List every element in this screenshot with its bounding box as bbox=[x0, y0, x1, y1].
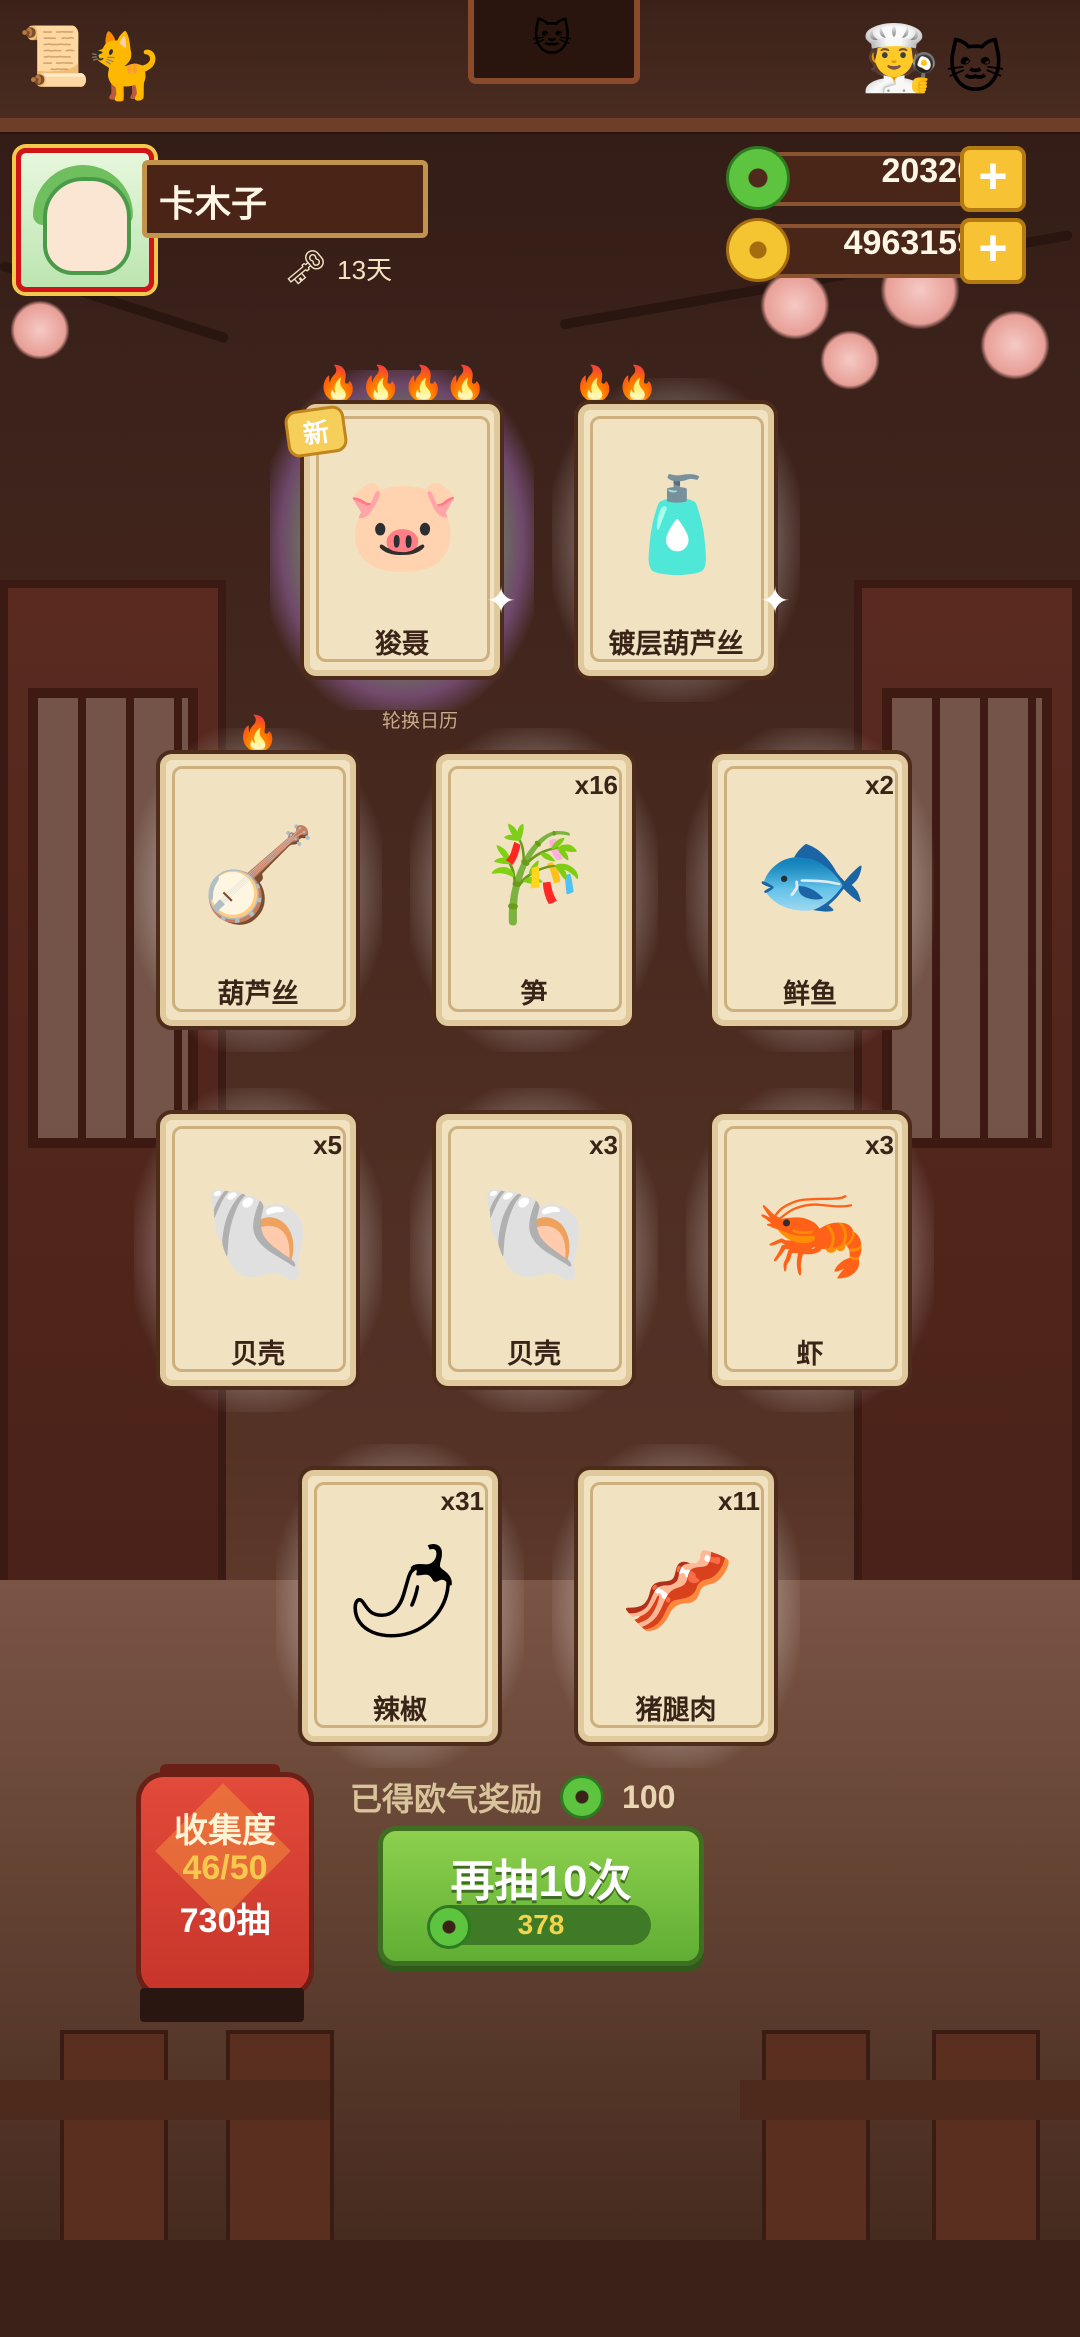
player-name: 卡木子 bbox=[159, 183, 268, 224]
collection-progress: 46/50 bbox=[182, 1849, 268, 1887]
fish-icon: 🐟 bbox=[754, 824, 869, 926]
reward-card[interactable]: x11 🥓 猪腿肉 bbox=[552, 1444, 800, 1768]
luck-reward-value: 100 bbox=[622, 1778, 676, 1815]
card-name: 狻聂 bbox=[375, 629, 429, 659]
pink-creature-icon: 🐷 bbox=[346, 474, 461, 576]
draw-button-label: 再抽10次 bbox=[450, 1857, 632, 1906]
luck-reward-label: 已得欧气奖励 bbox=[350, 1781, 543, 1817]
flame-rating: 🔥🔥 bbox=[573, 365, 659, 403]
pork-icon: 🥓 bbox=[620, 1540, 735, 1642]
add-jade-button[interactable]: + bbox=[960, 146, 1026, 212]
reward-card[interactable]: x3 🐚 贝壳 bbox=[410, 1088, 658, 1412]
floor-edge bbox=[0, 2240, 1080, 2337]
card-name: 笋 bbox=[520, 979, 548, 1009]
flame-rating: 🔥 bbox=[236, 715, 280, 753]
login-days: 🗝 13天 bbox=[284, 248, 392, 288]
shrimp-icon: 🦐 bbox=[754, 1184, 869, 1286]
featured-card-2[interactable]: 🔥🔥 🧴 ✦ 镀层葫芦丝 bbox=[552, 365, 800, 702]
card-count: x31 bbox=[440, 1486, 484, 1516]
player-avatar[interactable] bbox=[16, 148, 154, 292]
card-count: x2 bbox=[865, 770, 894, 800]
card-name: 贝壳 bbox=[231, 1339, 285, 1369]
player-name-box[interactable]: 卡木子 bbox=[142, 160, 428, 238]
shelf bbox=[0, 118, 1080, 132]
rail-bar bbox=[0, 2080, 330, 2120]
white-cat-decor-icon: 🐱 bbox=[946, 36, 1005, 99]
card-count: x16 bbox=[574, 770, 618, 800]
cat-portrait-icon: 🐱 bbox=[532, 18, 572, 60]
card-count: x5 bbox=[313, 1130, 342, 1160]
blossom bbox=[760, 270, 830, 340]
lantern-stand bbox=[140, 1988, 304, 2022]
bamboo-shoot-icon: 🎋 bbox=[478, 824, 593, 926]
collection-lantern[interactable]: 收集度 46/50 730抽 bbox=[136, 1772, 314, 1998]
draw-cost-value: 378 bbox=[517, 1909, 565, 1940]
key-icon: 🗝 bbox=[284, 249, 328, 287]
scroll-decor-icon: 📜 bbox=[18, 24, 91, 89]
jade-icon bbox=[726, 146, 790, 210]
add-coins-button[interactable]: + bbox=[960, 218, 1026, 284]
reward-card[interactable]: x16 🎋 笋 bbox=[410, 728, 658, 1052]
coin-currency: 4963159 + bbox=[726, 218, 1026, 284]
gourd-flute-icon: 🪕 bbox=[202, 824, 317, 926]
reward-card[interactable]: 🔥 🪕 葫芦丝 bbox=[134, 715, 382, 1052]
jade-icon bbox=[560, 1775, 605, 1819]
jade-currency: 20320 + bbox=[726, 146, 1026, 212]
collection-title: 收集度 bbox=[174, 1812, 276, 1850]
shell-icon: 🐚 bbox=[478, 1184, 593, 1286]
reward-card[interactable]: x31 🌶 辣椒 bbox=[276, 1444, 524, 1768]
blossom bbox=[10, 300, 70, 360]
card-name: 贝壳 bbox=[507, 1339, 561, 1369]
shell-icon: 🐚 bbox=[202, 1184, 317, 1286]
blossom bbox=[820, 330, 880, 390]
avatar-face bbox=[43, 177, 131, 275]
collection-draws: 730抽 bbox=[179, 1902, 271, 1940]
coin-icon bbox=[726, 218, 790, 282]
card-count: x3 bbox=[865, 1130, 894, 1160]
hanging-portrait: 🐱 bbox=[468, 0, 640, 84]
reward-card[interactable]: x3 🦐 虾 bbox=[686, 1088, 934, 1412]
cat-decor-icon: 🐈 bbox=[84, 30, 164, 102]
draw-10-button[interactable]: 再抽10次 378 bbox=[378, 1826, 704, 1966]
blossom bbox=[980, 310, 1050, 380]
card-name: 葫芦丝 bbox=[217, 979, 299, 1009]
featured-card-1[interactable]: 🔥🔥🔥🔥🔥 新 🐷 ✦ 狻聂 bbox=[270, 365, 534, 710]
card-name: 镀层葫芦丝 bbox=[608, 629, 744, 659]
luck-reward-line: 已得欧气奖励 100 bbox=[350, 1774, 675, 1820]
card-name: 猪腿肉 bbox=[635, 1695, 717, 1725]
reward-card[interactable]: x2 🐟 鲜鱼 bbox=[686, 728, 934, 1052]
card-name: 虾 bbox=[796, 1339, 824, 1369]
chef-decor-icon: 🧑‍🍳 bbox=[860, 22, 940, 94]
chili-icon: 🌶 bbox=[344, 1540, 461, 1642]
days-count: 13天 bbox=[337, 254, 393, 285]
reward-card[interactable]: x5 🐚 贝壳 bbox=[134, 1088, 382, 1412]
card-count: x3 bbox=[589, 1130, 618, 1160]
new-badge: 新 bbox=[283, 404, 349, 459]
rail-bar bbox=[740, 2080, 1080, 2120]
sparkle-icon: ✦ bbox=[486, 580, 517, 621]
card-name: 鲜鱼 bbox=[783, 979, 837, 1009]
plated-gourd-flute-icon: 🧴 bbox=[620, 474, 735, 576]
draw-cost: 378 bbox=[427, 1905, 651, 1949]
sparkle-icon: ✦ bbox=[760, 580, 791, 621]
coin-amount: 4963159 bbox=[843, 224, 976, 262]
card-count: x11 bbox=[718, 1486, 760, 1516]
card-name: 辣椒 bbox=[373, 1695, 427, 1725]
